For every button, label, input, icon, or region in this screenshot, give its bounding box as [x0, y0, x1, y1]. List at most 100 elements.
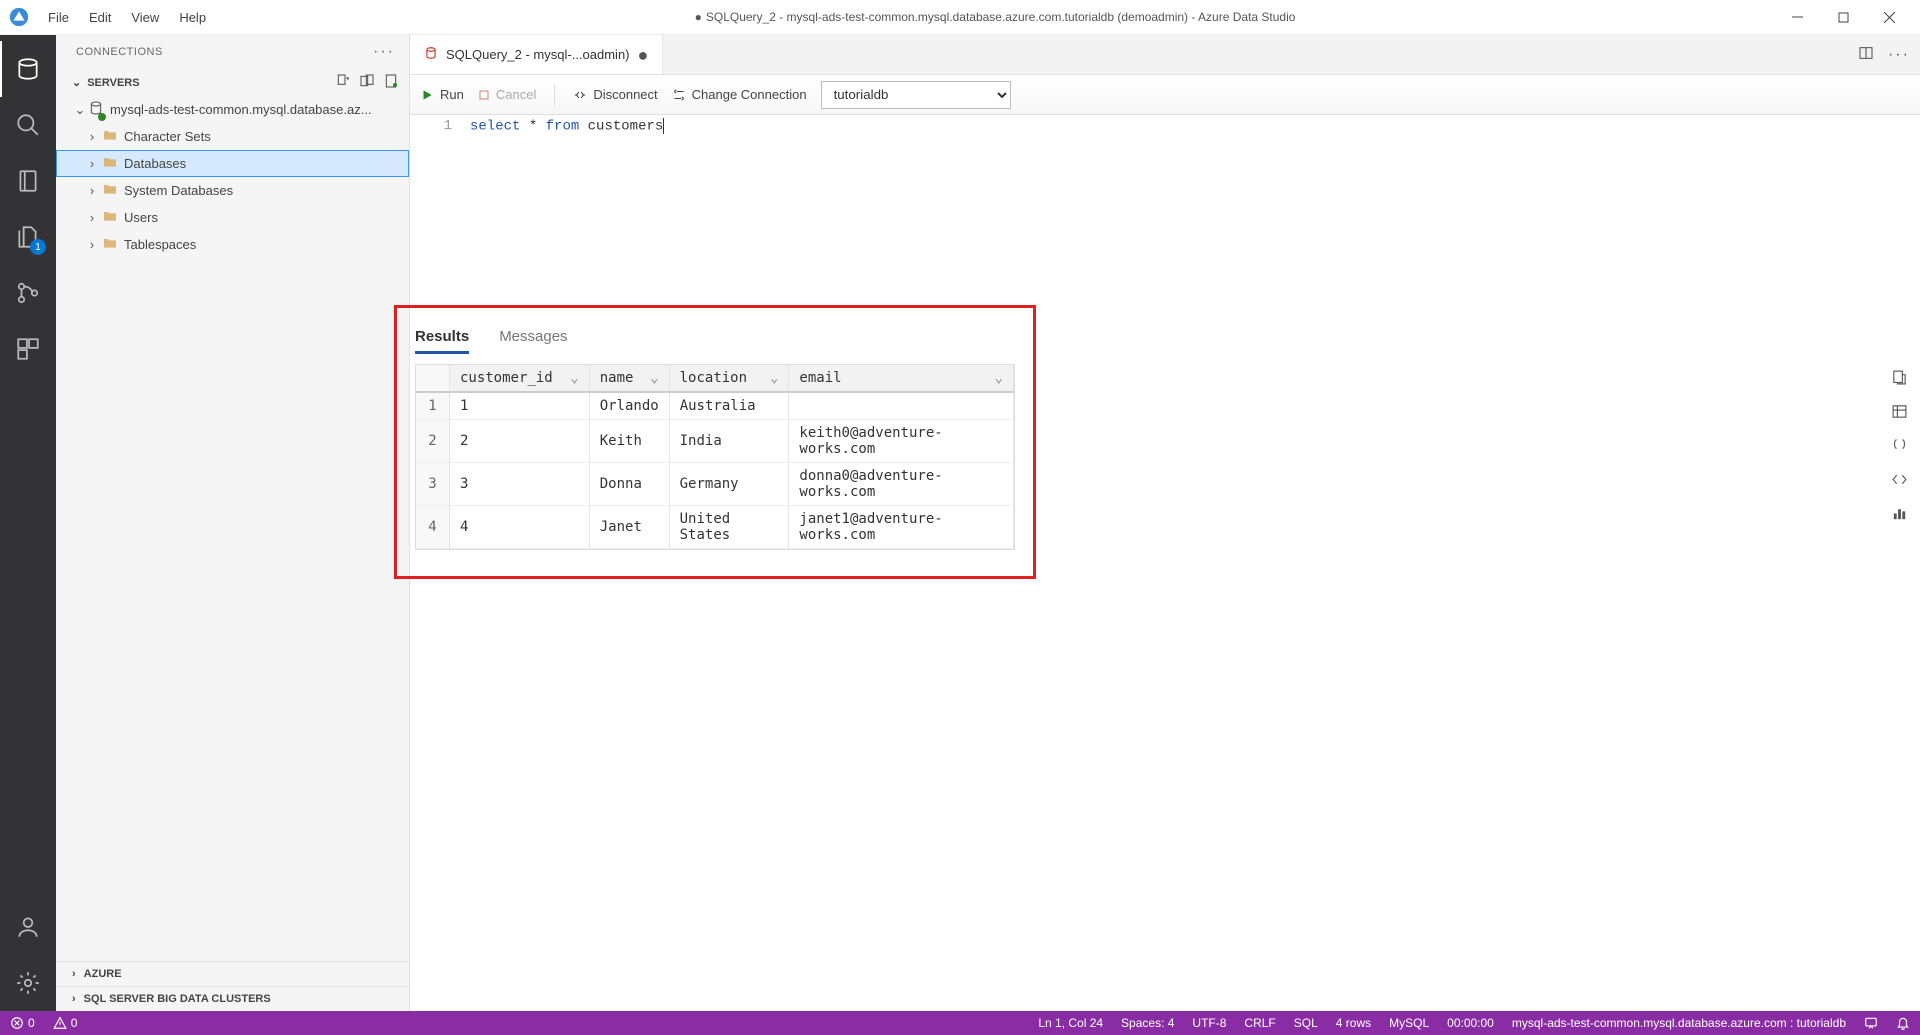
close-button[interactable] [1866, 0, 1912, 35]
activity-explorer-icon[interactable]: 1 [0, 209, 56, 265]
results-tab[interactable]: Results [415, 328, 469, 354]
cancel-button[interactable]: Cancel [478, 87, 536, 102]
code-editor[interactable]: 1 select * from customers [410, 115, 1920, 305]
menu-view[interactable]: View [121, 4, 169, 31]
status-bell-icon[interactable] [1896, 1016, 1910, 1030]
activity-account-icon[interactable] [0, 899, 56, 955]
table-row[interactable]: 2 2 Keith India keith0@adventure-works.c… [416, 420, 1014, 463]
editor-area: SQLQuery_2 - mysql-...oadmin) ● ··· Run … [410, 35, 1920, 1011]
menu-file[interactable]: File [38, 4, 79, 31]
chevron-right-icon: › [84, 183, 100, 198]
server-action-icon[interactable] [383, 73, 399, 92]
table-row[interactable]: 3 3 Donna Germany donna0@adventure-works… [416, 463, 1014, 506]
titlebar: File Edit View Help ●SQLQuery_2 - mysql-… [0, 0, 1920, 35]
tree-item-tablespaces[interactable]: › Tablespaces [56, 231, 409, 258]
messages-tab[interactable]: Messages [499, 328, 567, 354]
bigdata-section[interactable]: › SQL SERVER BIG DATA CLUSTERS [56, 986, 409, 1011]
folder-icon [102, 181, 118, 200]
save-xml-icon[interactable] [1891, 471, 1908, 491]
col-header-name[interactable]: name⌄ [590, 365, 670, 391]
sql-token: * [529, 119, 537, 135]
database-select[interactable]: tutorialdb [821, 81, 1011, 109]
activity-sourcecontrol-icon[interactable] [0, 265, 56, 321]
query-toolbar: Run Cancel Disconnect Change Connection … [410, 75, 1920, 115]
new-connection-icon[interactable] [335, 73, 351, 92]
azure-section[interactable]: › AZURE [56, 961, 409, 986]
status-encoding[interactable]: UTF-8 [1192, 1016, 1226, 1030]
status-rowcount[interactable]: 4 rows [1336, 1016, 1371, 1030]
chevron-down-icon: ⌄ [770, 370, 778, 386]
chevron-down-icon: ⌄ [570, 370, 578, 386]
status-warnings[interactable]: 0 [53, 1016, 78, 1030]
save-csv-icon[interactable] [1891, 369, 1908, 389]
statusbar: 0 0 Ln 1, Col 24 Spaces: 4 UTF-8 CRLF SQ… [0, 1011, 1920, 1035]
results-panel: Results Messages customer_id⌄ name⌄ loca… [394, 305, 1036, 579]
tree-item-character-sets[interactable]: › Character Sets [56, 123, 409, 150]
status-position[interactable]: Ln 1, Col 24 [1038, 1016, 1103, 1030]
servers-section-label: SERVERS [87, 77, 139, 89]
col-header-email[interactable]: email⌄ [789, 365, 1014, 391]
menu-edit[interactable]: Edit [79, 4, 121, 31]
maximize-button[interactable] [1820, 0, 1866, 35]
status-feedback-icon[interactable] [1864, 1016, 1878, 1030]
disconnect-button[interactable]: Disconnect [573, 87, 657, 102]
status-engine[interactable]: MySQL [1389, 1016, 1429, 1030]
row-number-header [416, 365, 450, 391]
save-excel-icon[interactable] [1891, 403, 1908, 423]
results-side-toolbar [1891, 305, 1908, 525]
folder-icon [102, 235, 118, 254]
app-icon [8, 6, 30, 28]
folder-icon [102, 154, 118, 173]
sql-file-icon [424, 46, 438, 63]
status-elapsed[interactable]: 00:00:00 [1447, 1016, 1494, 1030]
server-root-label: mysql-ads-test-common.mysql.database.az.… [110, 102, 372, 117]
tree-item-databases[interactable]: › Databases [56, 150, 409, 177]
sql-keyword: select [470, 119, 520, 135]
activity-settings-icon[interactable] [0, 955, 56, 1011]
tree-item-users[interactable]: › Users [56, 204, 409, 231]
activity-notebooks-icon[interactable] [0, 153, 56, 209]
sidebar: CONNECTIONS ··· ⌄ SERVERS ⌄ mysql-ads-te… [56, 35, 410, 1011]
change-connection-button[interactable]: Change Connection [672, 87, 807, 102]
status-eol[interactable]: CRLF [1244, 1016, 1275, 1030]
save-json-icon[interactable] [1891, 437, 1908, 457]
folder-icon [102, 208, 118, 227]
status-spaces[interactable]: Spaces: 4 [1121, 1016, 1174, 1030]
chevron-right-icon: › [84, 237, 100, 252]
server-icon [88, 100, 104, 119]
sidebar-more-icon[interactable]: ··· [373, 43, 395, 61]
activity-search-icon[interactable] [0, 97, 56, 153]
col-header-customer_id[interactable]: customer_id⌄ [450, 365, 590, 391]
new-group-icon[interactable] [359, 73, 375, 92]
line-gutter: 1 [410, 115, 470, 305]
folder-icon [102, 127, 118, 146]
grid-header: customer_id⌄ name⌄ location⌄ email⌄ [416, 365, 1014, 393]
editor-tab-label: SQLQuery_2 - mysql-...oadmin) [446, 47, 630, 62]
chart-icon[interactable] [1891, 505, 1908, 525]
menu-help[interactable]: Help [169, 4, 216, 31]
status-errors[interactable]: 0 [10, 1016, 35, 1030]
chevron-right-icon: › [84, 129, 100, 144]
tab-more-icon[interactable]: ··· [1888, 46, 1910, 64]
run-button[interactable]: Run [420, 87, 464, 102]
table-row[interactable]: 1 1 Orlando Australia [416, 393, 1014, 420]
split-editor-icon[interactable] [1858, 45, 1874, 64]
editor-tab[interactable]: SQLQuery_2 - mysql-...oadmin) ● [410, 35, 663, 74]
window-title-text: SQLQuery_2 - mysql-ads-test-common.mysql… [706, 10, 1296, 24]
status-connection[interactable]: mysql-ads-test-common.mysql.database.azu… [1512, 1016, 1846, 1030]
server-root[interactable]: ⌄ mysql-ads-test-common.mysql.database.a… [56, 96, 409, 123]
chevron-right-icon: › [84, 210, 100, 225]
activity-extensions-icon[interactable] [0, 321, 56, 377]
activity-connections-icon[interactable] [0, 41, 56, 97]
table-row[interactable]: 4 4 Janet United States janet1@adventure… [416, 506, 1014, 549]
servers-section[interactable]: ⌄ SERVERS [56, 69, 409, 96]
activity-bar: 1 [0, 35, 56, 1011]
chevron-down-icon: ⌄ [995, 370, 1003, 386]
chevron-right-icon: › [84, 156, 100, 171]
status-language[interactable]: SQL [1294, 1016, 1318, 1030]
col-header-location[interactable]: location⌄ [670, 365, 790, 391]
sidebar-header: CONNECTIONS ··· [56, 35, 409, 69]
results-grid[interactable]: customer_id⌄ name⌄ location⌄ email⌄ 1 1 … [415, 364, 1015, 550]
minimize-button[interactable] [1774, 0, 1820, 35]
tree-item-system-databases[interactable]: › System Databases [56, 177, 409, 204]
